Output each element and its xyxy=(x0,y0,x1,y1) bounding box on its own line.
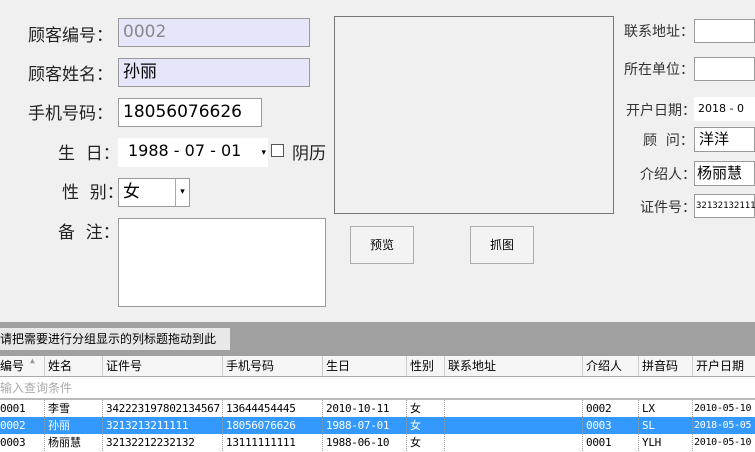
column-header[interactable]: 性别 xyxy=(406,356,444,376)
grid-header: 编号 ▲ 姓名 证件号 手机号码 生日 性别 联系地址 介绍人 拼音码 开户日期 xyxy=(0,356,755,377)
table-cell: 2010-05-10 xyxy=(692,434,755,451)
capture-button[interactable]: 抓图 xyxy=(470,226,534,264)
gender-select[interactable]: 女 ▾ xyxy=(118,178,190,207)
company-label: 所在单位： xyxy=(624,62,694,78)
table-cell xyxy=(444,400,582,417)
photo-box xyxy=(334,16,614,214)
chevron-down-icon[interactable]: ▾ xyxy=(175,179,189,206)
table-cell: 2010-10-11 xyxy=(322,400,406,417)
customer-grid: 编号 ▲ 姓名 证件号 手机号码 生日 性别 联系地址 介绍人 拼音码 开户日期 输入查询条件 00… xyxy=(0,356,755,452)
column-header[interactable]: 开户日期 xyxy=(692,356,755,376)
birthday-label: 生 日： xyxy=(58,144,120,164)
column-header[interactable]: 证件号 xyxy=(102,356,222,376)
customer-name-field[interactable]: 孙丽 xyxy=(118,58,310,87)
table-cell: 李雪 xyxy=(44,400,102,417)
company-field[interactable] xyxy=(694,57,755,81)
table-cell: 13111111111 xyxy=(222,434,322,451)
column-header[interactable]: 介绍人 xyxy=(582,356,638,376)
table-cell: LX xyxy=(638,400,692,417)
chevron-down-icon[interactable]: ▾ xyxy=(261,142,266,164)
table-cell: 0001 xyxy=(582,434,638,451)
notes-label: 备 注： xyxy=(58,223,120,243)
table-cell: 2018-05-05 xyxy=(692,417,755,434)
id-card-field[interactable]: 32132132111 xyxy=(694,194,755,218)
consultant-label: 顾 问： xyxy=(643,133,694,149)
table-cell: 孙丽 xyxy=(44,417,102,434)
birthday-picker[interactable]: 1988 - 07 - 01 ▾ xyxy=(118,138,268,167)
table-cell: 0003 xyxy=(0,436,26,449)
table-cell: 3213213211111 xyxy=(102,417,222,434)
table-cell: 32132212232132 xyxy=(102,434,222,451)
column-header[interactable]: 生日 xyxy=(322,356,406,376)
open-date-label: 开户日期： xyxy=(626,103,696,119)
table-cell: 13644454445 xyxy=(222,400,322,417)
table-cell: 杨丽慧 xyxy=(44,434,102,451)
phone-field[interactable]: 18056076626 xyxy=(118,98,262,127)
table-cell: 0001 xyxy=(0,402,26,415)
group-panel[interactable]: 请把需要进行分组显示的列标题拖动到此 xyxy=(0,322,755,356)
referrer-field[interactable]: 杨丽慧 xyxy=(694,161,755,186)
column-header[interactable]: 手机号码 xyxy=(222,356,322,376)
gender-label: 性 别： xyxy=(62,183,124,203)
customer-name-label: 顾客姓名： xyxy=(28,65,113,85)
table-cell xyxy=(444,434,582,451)
table-cell: 0002 xyxy=(582,400,638,417)
table-cell: 2010-05-10 xyxy=(692,400,755,417)
table-cell: 1988-06-10 xyxy=(322,434,406,451)
table-cell: SL xyxy=(638,417,692,434)
open-date-picker[interactable]: 2018 - 0 xyxy=(694,97,755,121)
table-row[interactable]: 0001 李雪 342223197802134567 13644454445 2010-… xyxy=(0,400,755,417)
table-cell: 女 xyxy=(406,400,444,417)
customer-id-label: 顾客编号： xyxy=(28,26,113,46)
gender-value: 女 xyxy=(123,182,140,202)
table-cell: YLH xyxy=(638,434,692,451)
address-label: 联系地址： xyxy=(624,24,694,40)
table-cell: 1988-07-01 xyxy=(322,417,406,434)
table-cell: 女 xyxy=(406,434,444,451)
birthday-value: 1988 - 07 - 01 xyxy=(128,141,242,160)
group-hint: 请把需要进行分组显示的列标题拖动到此 xyxy=(0,328,230,350)
table-cell xyxy=(444,417,582,434)
notes-textarea[interactable] xyxy=(118,218,326,307)
filter-placeholder: 输入查询条件 xyxy=(0,381,73,395)
table-row[interactable]: 0003 杨丽慧 32132212232132 13111111111 1988-06-… xyxy=(0,434,755,451)
filter-row[interactable]: 输入查询条件 xyxy=(0,377,755,400)
table-cell: 女 xyxy=(406,417,444,434)
column-header[interactable]: 姓名 xyxy=(44,356,102,376)
sort-asc-icon[interactable]: ▲ xyxy=(30,356,35,365)
table-cell: 18056076626 xyxy=(222,417,322,434)
id-card-label: 证件号： xyxy=(640,200,696,216)
consultant-field[interactable]: 洋洋 xyxy=(694,127,755,152)
column-header[interactable]: 拼音码 xyxy=(638,356,692,376)
lunar-label: 阴历 xyxy=(292,144,326,164)
customer-id-field[interactable]: 0002 xyxy=(118,18,310,47)
lunar-checkbox[interactable] xyxy=(271,144,284,157)
table-cell: 0003 xyxy=(582,417,638,434)
address-field[interactable] xyxy=(694,19,755,43)
table-row[interactable]: 0002 孙丽 3213213211111 18056076626 1988-07-01… xyxy=(0,417,755,434)
table-cell: 342223197802134567 xyxy=(102,400,222,417)
column-header[interactable]: 编号 xyxy=(0,356,44,376)
referrer-label: 介绍人： xyxy=(640,167,696,183)
phone-label: 手机号码： xyxy=(28,104,113,124)
table-cell: 0002 xyxy=(0,419,26,432)
column-header[interactable]: 联系地址 xyxy=(444,356,582,376)
preview-button[interactable]: 预览 xyxy=(350,226,414,264)
